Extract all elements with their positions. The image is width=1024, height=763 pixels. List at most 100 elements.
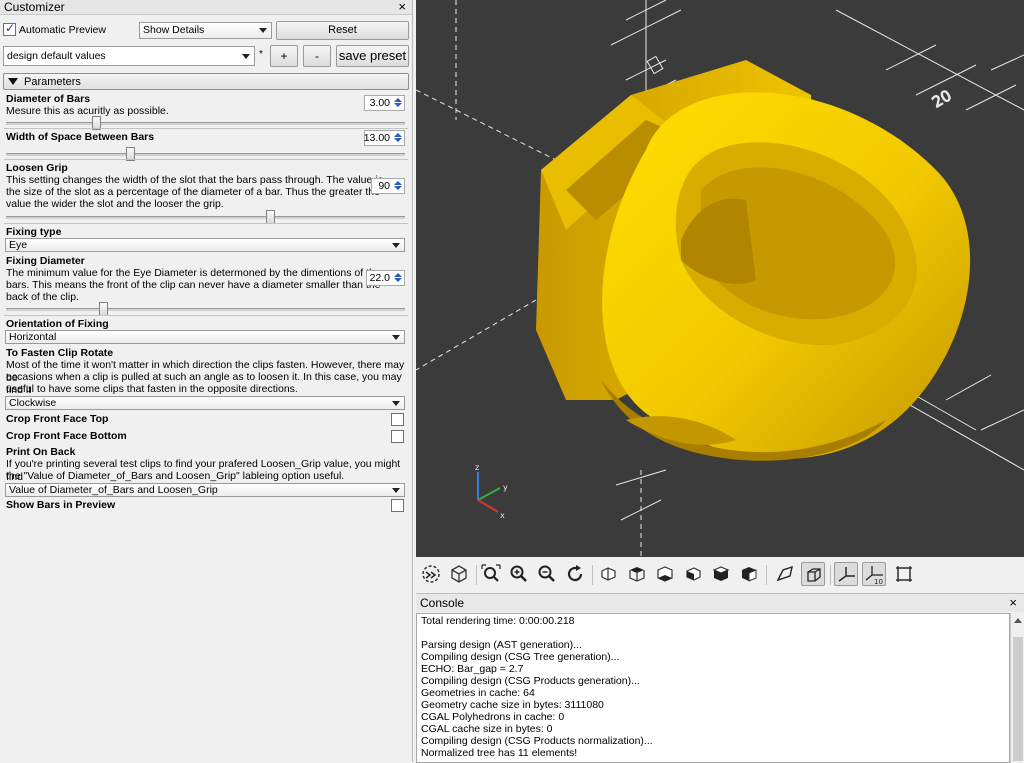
scrollbar-thumb[interactable] [1013,637,1023,761]
param-label-show-bars: Show Bars in Preview [6,499,116,511]
param-desc-print-back-2: the "Value of Diameter_of_Bars and Loose… [6,470,345,482]
axis-x-label: x [500,511,505,520]
view-front-icon[interactable] [709,562,733,586]
view-back-icon[interactable] [737,562,761,586]
toolbar-divider [592,565,593,585]
perspective-icon[interactable] [773,562,797,586]
console-line: Compiling design (CSG Products normaliza… [421,735,653,747]
chevron-down-icon [392,401,400,406]
spin-down-icon[interactable] [393,278,403,284]
orthogonal-icon[interactable] [801,562,825,586]
width-space-spinbox[interactable]: 13.00 [364,130,405,146]
crop-bottom-checkbox[interactable] [391,430,404,443]
console-title: Console [420,596,465,610]
console-line: Total rendering time: 0:00:00.218 [421,615,575,627]
toolbar-divider [766,565,767,585]
loosen-grip-slider-handle[interactable] [266,210,275,224]
add-preset-button[interactable]: + [270,45,298,67]
orientation-value: Horizontal [9,331,57,343]
param-desc-loosen-grip-2: the size of the slot as a percentage of … [6,186,380,198]
param-desc-diameter: Mesure this as acuritly as possible. [6,105,169,117]
reset-button[interactable]: Reset [276,21,409,40]
reset-view-icon[interactable] [563,562,587,586]
details-select-value: Show Details [143,24,205,36]
fixing-diameter-value: 22.0 [369,272,390,284]
3d-viewport[interactable]: 20 z y x [416,0,1024,557]
param-label-print-back: Print On Back [6,446,76,458]
show-bars-checkbox[interactable] [391,499,404,512]
console-titlebar: Console × [416,594,1024,612]
console-line: Geometry cache size in bytes: 3111080 [421,699,604,711]
divider [4,128,408,129]
parameters-group-header[interactable]: Parameters [3,73,409,90]
rotate-select[interactable]: Clockwise [5,396,405,410]
param-label-fixing-diameter: Fixing Diameter [6,255,85,267]
close-icon[interactable]: × [398,0,406,14]
chevron-down-icon [242,54,250,59]
param-desc-rotate-3: useful to have some clips that fasten in… [6,383,298,395]
console-output[interactable]: Total rendering time: 0:00:00.218 Parsin… [416,613,1010,763]
view-left-icon[interactable] [681,562,705,586]
param-label-rotate: To Fasten Clip Rotate [6,347,114,359]
spin-down-icon[interactable] [393,186,403,192]
scroll-up-icon[interactable] [1014,618,1022,623]
param-label-orientation: Orientation of Fixing [6,318,109,330]
close-icon[interactable]: × [1009,595,1017,610]
divider [4,315,408,316]
zoom-fit-icon[interactable] [479,562,503,586]
diameter-spinbox[interactable]: 3.00 [364,95,405,111]
spin-down-icon[interactable] [393,138,403,144]
diameter-slider-track[interactable] [6,122,405,125]
zoom-out-icon[interactable] [535,562,559,586]
customizer-panel: Customizer × Automatic Preview Show Deta… [0,0,413,762]
axis-indicator [477,472,501,513]
print-back-value: Value of Diameter_of_Bars and Loosen_Gri… [9,484,218,496]
automatic-preview-checkbox[interactable] [3,21,16,36]
console-line: CGAL cache size in bytes: 0 [421,723,553,735]
view-bottom-icon[interactable] [653,562,677,586]
details-select[interactable]: Show Details [139,22,272,39]
param-label-diameter: Diameter of Bars [6,93,91,105]
preset-select[interactable]: design default values [3,46,255,66]
fixing-diameter-spinbox[interactable]: 22.0 [366,270,405,286]
clip-model [536,60,971,461]
console-line: Geometries in cache: 64 [421,687,535,699]
ruler-label: 20 [929,86,955,111]
show-axes-icon[interactable] [834,562,858,586]
preset-select-value: design default values [7,50,106,62]
view-right-icon[interactable] [597,562,621,586]
param-label-crop-bottom: Crop Front Face Bottom [6,430,127,442]
render-icon[interactable] [419,562,443,586]
save-preset-button[interactable]: save preset [336,45,409,67]
chevron-down-icon [259,28,267,33]
loosen-grip-spinbox[interactable]: 90 [371,178,405,194]
param-label-width-space: Width of Space Between Bars [6,131,155,143]
loosen-grip-slider-track[interactable] [6,216,405,219]
crop-top-checkbox[interactable] [391,413,404,426]
console-line: ECHO: Bar_gap = 2.7 [421,663,524,675]
orientation-select[interactable]: Horizontal [5,330,405,344]
show-edges-icon[interactable] [892,562,916,586]
fixing-diameter-slider-track[interactable] [6,308,405,311]
divider [4,159,408,160]
zoom-in-icon[interactable] [507,562,531,586]
param-label-fixing-type: Fixing type [6,226,62,238]
parameters-header-label: Parameters [24,76,81,88]
3d-scene: 20 z y x [416,0,1024,557]
show-scale-markers-icon[interactable]: 10 [862,562,886,586]
view-all-icon[interactable] [447,562,471,586]
param-label-loosen-grip: Loosen Grip [6,162,68,174]
width-space-slider-track[interactable] [6,153,405,156]
param-desc-loosen-grip-1: This setting changes the width of the sl… [6,174,383,186]
print-back-select[interactable]: Value of Diameter_of_Bars and Loosen_Gri… [5,483,405,497]
console-scrollbar[interactable] [1010,613,1024,763]
fixing-diameter-slider-handle[interactable] [99,302,108,316]
loosen-grip-value: 90 [378,180,390,192]
rotate-value: Clockwise [9,397,57,409]
fixing-type-select[interactable]: Eye [5,238,405,252]
spin-down-icon[interactable] [393,103,403,109]
view-top-icon[interactable] [625,562,649,586]
toolbar-divider [830,565,831,585]
console-line: Compiling design (CSG Tree generation)..… [421,651,620,663]
remove-preset-button[interactable]: - [303,45,331,67]
